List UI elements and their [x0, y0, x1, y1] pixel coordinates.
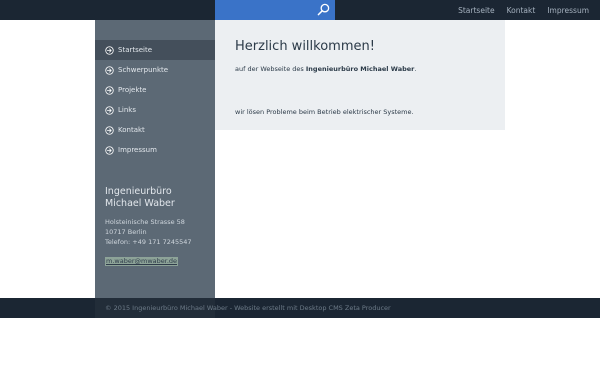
- sidebar-item-kontakt[interactable]: Kontakt: [95, 120, 215, 140]
- intro-suffix: .: [414, 65, 417, 73]
- arrow-right-circle-icon: [105, 85, 114, 95]
- sidebar-item-startseite[interactable]: Startseite: [95, 40, 215, 60]
- top-bar: Startseite Kontakt Impressum: [0, 0, 600, 20]
- topnav-kontakt-link[interactable]: Kontakt: [507, 6, 536, 15]
- sidebar-item-label: Impressum: [118, 146, 157, 154]
- sidebar-menu: Startseite Schwerpunkte Projekte Links K…: [95, 40, 215, 160]
- sidebar-item-label: Projekte: [118, 86, 147, 94]
- main-content: Herzlich willkommen! auf der Webseite de…: [215, 20, 505, 130]
- page-title: Herzlich willkommen!: [235, 39, 375, 54]
- tagline-text: wir lösen Probleme beim Betrieb elektris…: [235, 108, 414, 116]
- sidebar-item-links[interactable]: Links: [95, 100, 215, 120]
- email-link[interactable]: m.waber@mwaber.de: [105, 257, 179, 266]
- contact-block: Ingenieurbüro Michael Waber Holsteinisch…: [105, 186, 211, 267]
- sidebar-item-label: Links: [118, 106, 136, 114]
- arrow-right-circle-icon: [105, 105, 114, 115]
- intro-text: auf der Webseite des Ingenieurbüro Micha…: [235, 65, 416, 73]
- sidebar-item-impressum[interactable]: Impressum: [95, 140, 215, 160]
- intro-prefix: auf der Webseite des: [235, 65, 306, 73]
- address-city: 10717 Berlin: [105, 228, 147, 236]
- company-name-line2: Michael Waber: [105, 197, 175, 209]
- sidebar: Startseite Schwerpunkte Projekte Links K…: [95, 20, 215, 298]
- footer: © 2015 Ingenieurbüro Michael Waber - Web…: [0, 298, 600, 318]
- intro-company: Ingenieurbüro Michael Waber: [305, 65, 415, 73]
- company-name: Ingenieurbüro Michael Waber: [105, 186, 211, 209]
- arrow-right-circle-icon: [105, 125, 114, 135]
- sidebar-item-label: Kontakt: [118, 126, 145, 134]
- arrow-right-circle-icon: [105, 45, 114, 55]
- topnav-startseite-link[interactable]: Startseite: [458, 6, 494, 15]
- top-nav: Startseite Kontakt Impressum: [452, 0, 600, 20]
- company-name-line1: Ingenieurbüro: [105, 186, 172, 197]
- topnav-impressum-link[interactable]: Impressum: [547, 6, 589, 15]
- address-street: Holsteinische Strasse 58: [105, 218, 185, 226]
- sidebar-item-projekte[interactable]: Projekte: [95, 80, 215, 100]
- search-bar[interactable]: [215, 0, 335, 20]
- search-icon[interactable]: [317, 3, 330, 16]
- footer-copyright: © 2015 Ingenieurbüro Michael Waber - Web…: [105, 304, 391, 312]
- arrow-right-circle-icon: [105, 65, 114, 75]
- phone-number: Telefon: +49 171 7245547: [105, 238, 192, 246]
- sidebar-item-label: Schwerpunkte: [118, 66, 169, 74]
- arrow-right-circle-icon: [105, 145, 114, 155]
- sidebar-item-schwerpunkte[interactable]: Schwerpunkte: [95, 60, 215, 80]
- sidebar-item-label: Startseite: [118, 46, 153, 54]
